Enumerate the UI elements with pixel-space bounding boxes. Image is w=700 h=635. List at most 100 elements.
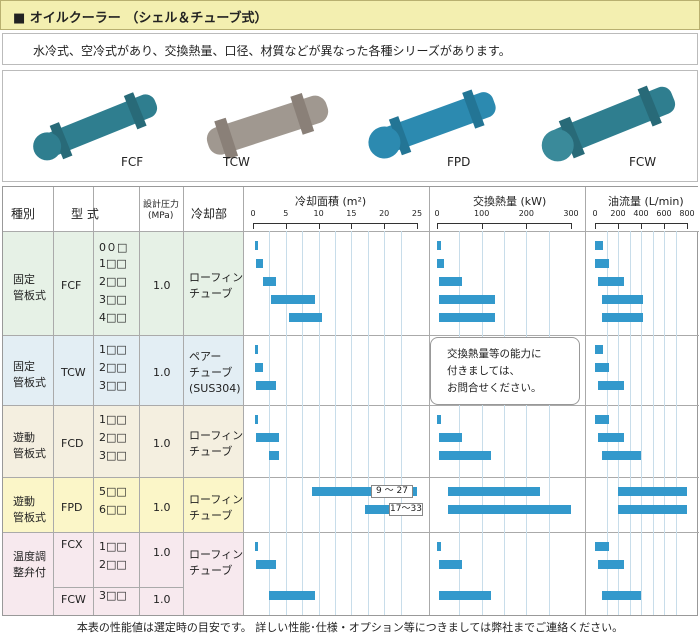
area-bar <box>254 542 259 551</box>
model-code: 2□□ <box>99 361 127 374</box>
header-cooling: 冷却部 <box>191 207 228 221</box>
model-code: 1□□ <box>99 413 127 426</box>
gridline <box>367 231 369 615</box>
area-bar <box>254 345 259 354</box>
gridline <box>302 231 304 615</box>
model-code: 1□□ <box>99 343 127 356</box>
model-code: 4□□ <box>99 311 127 324</box>
heat-bar <box>448 505 571 514</box>
gridline <box>285 231 287 615</box>
inquiry-note: 交換熱量等の能力に 付きましては、 お問合せください。 <box>430 337 580 405</box>
area-bar <box>262 277 276 286</box>
pressure-value: 1.0 <box>153 437 171 450</box>
flow-bar <box>598 560 624 569</box>
flow-bar <box>601 591 641 600</box>
tcw-label: TCW <box>223 155 250 169</box>
tick-mark <box>571 223 572 229</box>
tick-label: 400 <box>633 209 649 218</box>
tick-label: 5 <box>283 209 289 218</box>
header-model: 型 式 <box>71 207 99 221</box>
col-divider <box>183 187 184 615</box>
area-range-label: 17～33 <box>389 503 423 516</box>
area-bar <box>256 433 280 442</box>
series-name: FCX <box>61 538 83 551</box>
tick-label: 0 <box>592 209 598 218</box>
fcw-photo <box>541 85 676 162</box>
gridline <box>526 231 528 615</box>
section-title: ■ オイルクーラー （シェル＆チューブ式） <box>13 11 268 26</box>
header-kind: 種別 <box>11 207 36 221</box>
heat-bar <box>448 487 540 496</box>
flow-bar <box>595 542 609 551</box>
area-bar <box>269 591 316 600</box>
model-code: 1□□ <box>99 257 127 270</box>
section-header: ■ オイルクーラー （シェル＆チューブ式） <box>0 0 700 30</box>
row-divider <box>53 587 183 588</box>
spec-table: 種別 型 式 設計圧力 (MPa) 冷却部 冷却面積 (m²) 交換熱量 (kW) 油流量 (… <box>2 186 699 616</box>
pressure-value: 1.0 <box>153 279 171 292</box>
tick-label: 600 <box>656 209 672 218</box>
model-code: 3□□ <box>99 449 127 462</box>
flow-bar <box>595 241 604 250</box>
intro-text: 水冷式、空冷式があり、交換熱量、口径、材質などが異なった各種シリーズがあります。 <box>2 33 698 65</box>
series-name: FPD <box>61 500 83 514</box>
group-kind: 遊動 管板式 <box>13 431 46 460</box>
cooling-type: ローフィン チューブ <box>189 492 244 522</box>
gridline <box>400 231 402 615</box>
gridline <box>629 231 631 615</box>
col-divider <box>139 187 140 615</box>
product-photos: FCF TCW FPD FCW <box>2 70 698 182</box>
tick-label: 0 <box>250 209 256 218</box>
flow-bar <box>595 363 609 372</box>
gridline <box>481 231 483 615</box>
fcf-photo <box>33 92 158 161</box>
heat-bar <box>437 415 441 424</box>
flow-bar <box>595 345 604 354</box>
tick-label: 15 <box>346 209 357 218</box>
heat-bar <box>439 313 496 322</box>
col-divider <box>93 187 94 615</box>
gridline <box>652 231 654 615</box>
gridline <box>641 231 642 615</box>
model-code: 2□□ <box>99 275 127 288</box>
fcf-label: FCF <box>121 155 144 169</box>
model-code: 6□□ <box>99 503 127 516</box>
gridline <box>504 231 505 615</box>
area-bar <box>254 241 259 250</box>
tick-mark <box>687 223 688 229</box>
heat-bar <box>439 295 496 304</box>
cooling-type: ローフィン チューブ <box>189 547 244 577</box>
tick-label: 300 <box>563 209 579 218</box>
group-kind: 温度調 整弁付 <box>13 549 46 579</box>
flow-bar <box>598 277 624 286</box>
series-name: FCF <box>61 279 82 292</box>
heat-bar <box>437 241 441 250</box>
heat-bar <box>437 259 444 268</box>
group-kind: 固定 管板式 <box>13 360 46 389</box>
series-name: FCD <box>61 437 84 450</box>
flow-bar <box>595 259 609 268</box>
gridline <box>618 231 619 615</box>
col-divider <box>53 187 54 615</box>
group-kind: 遊動 管板式 <box>13 494 46 524</box>
model-code: 2□□ <box>99 558 127 571</box>
tick-label: 20 <box>379 209 390 218</box>
heat-bar <box>437 542 441 551</box>
area-bar <box>254 415 259 424</box>
tick-label: 25 <box>411 209 423 218</box>
area-bar <box>256 560 276 569</box>
flow-bar <box>601 313 644 322</box>
group-kind: 固定 管板式 <box>13 273 46 302</box>
gridline <box>335 231 336 615</box>
heat-bar <box>439 277 462 286</box>
axis-line <box>437 223 571 224</box>
heat-bar <box>439 560 462 569</box>
pressure-value: 1.0 <box>153 546 171 559</box>
gridline <box>384 231 386 615</box>
series-name: TCW <box>61 366 86 379</box>
fpd-label: FPD <box>447 155 471 169</box>
header-heat: 交換熱量 (kW) <box>473 195 547 208</box>
gridline <box>351 231 353 615</box>
axis-line <box>595 223 687 224</box>
heat-bar <box>439 433 462 442</box>
